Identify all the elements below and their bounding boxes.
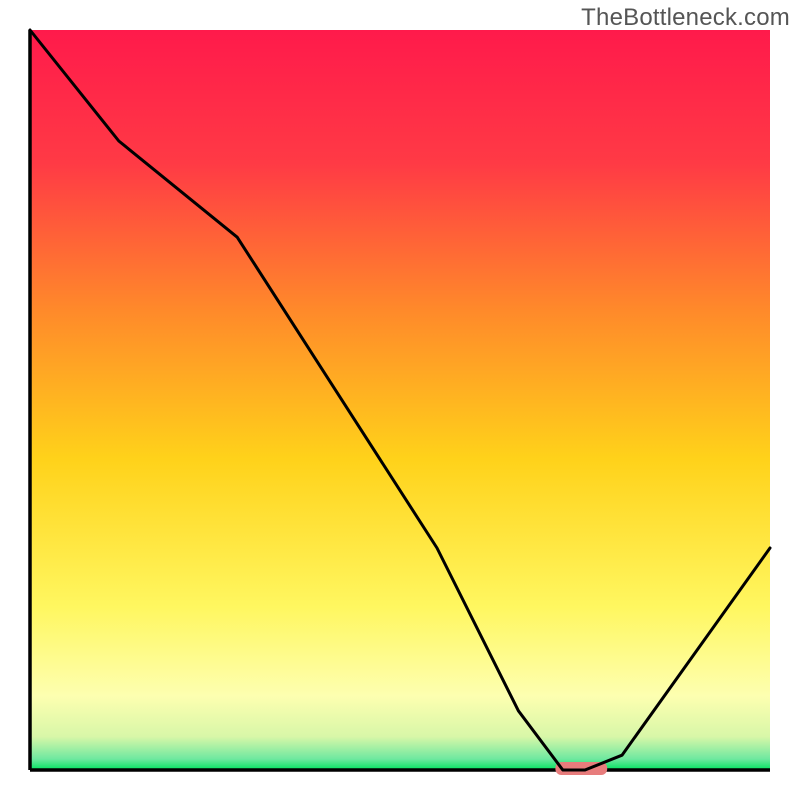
- bottleneck-chart: [0, 0, 800, 800]
- plot-background: [30, 30, 770, 770]
- watermark-text: TheBottleneck.com: [581, 4, 790, 32]
- chart-stage: TheBottleneck.com: [0, 0, 800, 800]
